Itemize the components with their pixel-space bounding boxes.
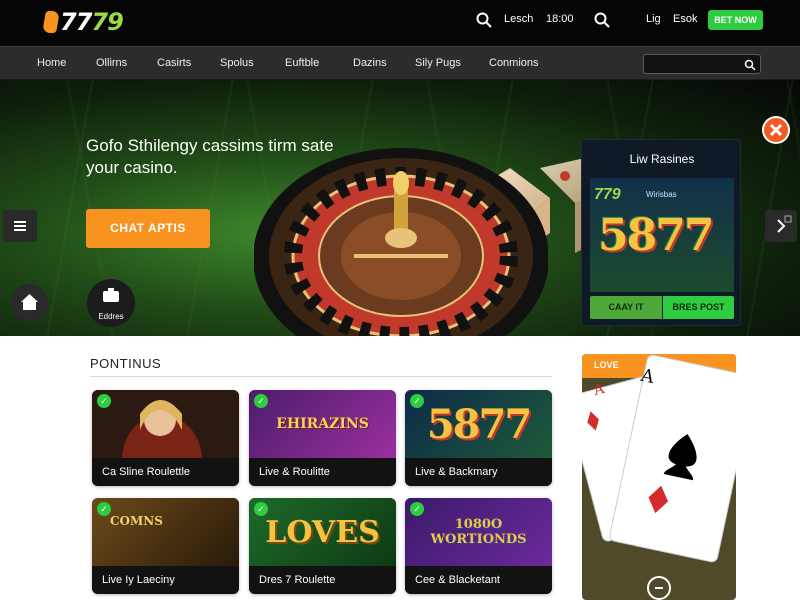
card-thumbnail <box>92 390 239 458</box>
nav-item-dazins[interactable]: Dazins <box>353 57 387 69</box>
section-title: PONTINUS <box>90 356 162 371</box>
card-title: Live & Roulitte <box>249 458 396 486</box>
card-thumbnail: EHIRAZINS <box>249 390 396 458</box>
nav-item-sily-pugs[interactable]: Sily Pugs <box>415 57 461 69</box>
home-icon <box>21 294 38 310</box>
search-icon[interactable] <box>475 11 493 29</box>
check-icon: ✓ <box>97 394 111 408</box>
nav-item-casinos[interactable]: Casirts <box>157 57 191 69</box>
game-card[interactable]: 1080O WORTIONDS ✓ Cee & Blacketant <box>405 498 552 594</box>
live-panel-number: 5877 <box>598 210 714 261</box>
check-icon: ✓ <box>254 394 268 408</box>
search-icon[interactable] <box>593 11 611 29</box>
game-card[interactable]: COMNS ✓ Live Iy Laeciny <box>92 498 239 594</box>
hero-title: Gofo Sthilengy cassims tirm sate your ca… <box>86 136 334 177</box>
play-button[interactable] <box>647 576 671 600</box>
top-bar: 7779 Lesch 18:00 Lig Esok BET NOW <box>0 0 800 46</box>
card-thumbnail: 5877 <box>405 390 552 458</box>
nav-item-euftble[interactable]: Euftble <box>285 57 319 69</box>
menu-button[interactable] <box>3 210 37 242</box>
chevron-right-icon <box>777 215 792 233</box>
logo-mark-icon <box>42 11 60 33</box>
main-nav: Home Ollirns Casirts Spolus Euftble Dazi… <box>0 46 800 80</box>
page: 7779 Lesch 18:00 Lig Esok BET NOW Home O… <box>0 0 800 600</box>
check-icon: ✓ <box>410 502 424 516</box>
time-display: 18:00 <box>546 13 574 25</box>
nav-item-home[interactable]: Home <box>37 57 66 69</box>
card-thumbnail: COMNS <box>92 498 239 566</box>
section-divider <box>90 376 552 377</box>
game-card[interactable]: ✓ Ca Sline Roulettle <box>92 390 239 486</box>
game-card[interactable]: 5877 ✓ Live & Backmary <box>405 390 552 486</box>
card-title: Live Iy Laeciny <box>92 566 239 594</box>
card-title: Dres 7 Roulette <box>249 566 396 594</box>
card-title: Live & Backmary <box>405 458 552 486</box>
card-title: Cee & Blacketant <box>405 566 552 594</box>
card-thumbnail: 1080O WORTIONDS <box>405 498 552 566</box>
promo-card[interactable]: LOVE A A <box>582 354 736 600</box>
logo-text-suffix: 79 <box>91 8 123 36</box>
close-button[interactable] <box>762 116 790 144</box>
menu-icon <box>14 221 26 231</box>
bet-now-button[interactable]: BET NOW <box>708 10 763 30</box>
live-panel-banner[interactable]: 779 Wirisbas 5877 <box>590 178 734 292</box>
check-icon: ✓ <box>97 502 111 516</box>
hero-banner: Gofo Sthilengy cassims tirm sate your ca… <box>0 80 800 336</box>
bonus-button[interactable]: BRES POST <box>663 296 734 319</box>
search-input[interactable] <box>648 57 740 71</box>
game-card[interactable]: LOVES ✓ Dres 7 Roulette <box>249 498 396 594</box>
language-link[interactable]: Lig <box>646 13 661 25</box>
nav-search-box <box>643 54 761 74</box>
play-icon <box>655 587 663 589</box>
check-icon: ✓ <box>410 394 424 408</box>
logo-text-prefix: 77 <box>60 8 92 36</box>
nav-item-online[interactable]: Ollirns <box>96 57 127 69</box>
search-icon[interactable] <box>744 58 756 71</box>
live-panel-logo: 779 <box>594 186 621 203</box>
nav-item-sports[interactable]: Spolus <box>220 57 254 69</box>
login-link[interactable]: Lesch <box>504 13 533 25</box>
nav-item-conmions[interactable]: Conmions <box>489 57 539 69</box>
card-thumbnail: LOVES <box>249 498 396 566</box>
enroll-link[interactable]: Esok <box>673 13 697 25</box>
game-card[interactable]: EHIRAZINS ✓ Live & Roulitte <box>249 390 396 486</box>
playing-cards-illustration <box>582 354 736 563</box>
live-panel-subtitle: Wirisbas <box>646 190 677 199</box>
close-icon <box>764 118 788 142</box>
check-icon: ✓ <box>254 502 268 516</box>
live-panel-title: Liw Rasines <box>629 152 695 166</box>
play-it-button[interactable]: CAAY IT <box>590 296 662 319</box>
next-slide-button[interactable] <box>765 210 797 242</box>
live-casinos-panel: Liw Rasines 779 Wirisbas 5877 CAAY IT BR… <box>581 139 741 326</box>
site-logo[interactable]: 7779 <box>42 8 124 36</box>
card-title: Ca Sline Roulettle <box>92 458 239 486</box>
hero-cta-button[interactable]: CHAT APTIS <box>86 209 210 248</box>
logo-text: 7779 <box>60 8 124 36</box>
home-button[interactable] <box>11 284 48 321</box>
editors-label: Eddres <box>98 312 124 321</box>
